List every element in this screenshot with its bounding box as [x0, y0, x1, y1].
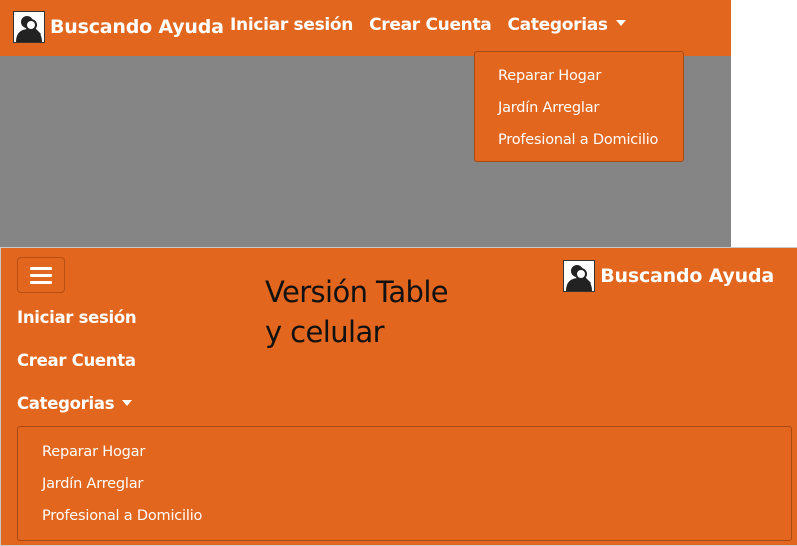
version-note-line2: y celular [265, 315, 385, 349]
nav-signup-link[interactable]: Crear Cuenta [369, 15, 492, 35]
hamburger-line [30, 266, 52, 270]
desktop-view: Buscando Ayuda Iniciar sesión Crear Cuen… [0, 0, 731, 247]
mobile-item-jardin-arreglar[interactable]: Jardín Arreglar [18, 471, 791, 503]
mobile-item-reparar-hogar[interactable]: Reparar Hogar [18, 439, 791, 471]
categories-label: Categorias [507, 15, 608, 35]
person-search-icon [13, 11, 45, 43]
mobile-categories-label: Categorias [17, 394, 115, 413]
mobile-categories-dropdown[interactable]: Categorias [17, 394, 133, 413]
version-note-line1: Versión Table [265, 275, 449, 309]
caret-down-icon [122, 399, 133, 406]
version-note: Versión Table y celular [265, 272, 449, 352]
hamburger-menu-button[interactable] [17, 257, 65, 293]
brand-link[interactable]: Buscando Ayuda [13, 11, 224, 43]
brand-link-mobile[interactable]: Buscando Ayuda [563, 260, 774, 292]
mobile-login-link[interactable]: Iniciar sesión [17, 308, 137, 327]
hamburger-line [30, 273, 52, 277]
dropdown-item-profesional-domicilio[interactable]: Profesional a Domicilio [475, 128, 683, 160]
mobile-view: Buscando Ayuda Iniciar sesión Crear Cuen… [0, 247, 797, 546]
person-search-icon [563, 260, 596, 292]
nav-login-link[interactable]: Iniciar sesión [230, 15, 353, 35]
nav-categories-dropdown[interactable]: Categorias [507, 15, 626, 35]
brand-name: Buscando Ayuda [50, 16, 224, 38]
brand-name-mobile: Buscando Ayuda [600, 265, 774, 287]
caret-down-icon [615, 20, 626, 26]
mobile-signup-link[interactable]: Crear Cuenta [17, 351, 136, 370]
hamburger-line [30, 280, 52, 284]
dropdown-item-reparar-hogar[interactable]: Reparar Hogar [475, 64, 683, 96]
nav-links: Iniciar sesión Crear Cuenta Categorias [230, 15, 642, 35]
top-navbar: Buscando Ayuda Iniciar sesión Crear Cuen… [0, 0, 731, 56]
categories-dropdown-menu: Reparar Hogar Jardín Arreglar Profesiona… [474, 51, 684, 162]
mobile-categories-menu: Reparar Hogar Jardín Arreglar Profesiona… [17, 426, 792, 541]
dropdown-item-jardin-arreglar[interactable]: Jardín Arreglar [475, 96, 683, 128]
mobile-item-profesional-domicilio[interactable]: Profesional a Domicilio [18, 503, 791, 535]
